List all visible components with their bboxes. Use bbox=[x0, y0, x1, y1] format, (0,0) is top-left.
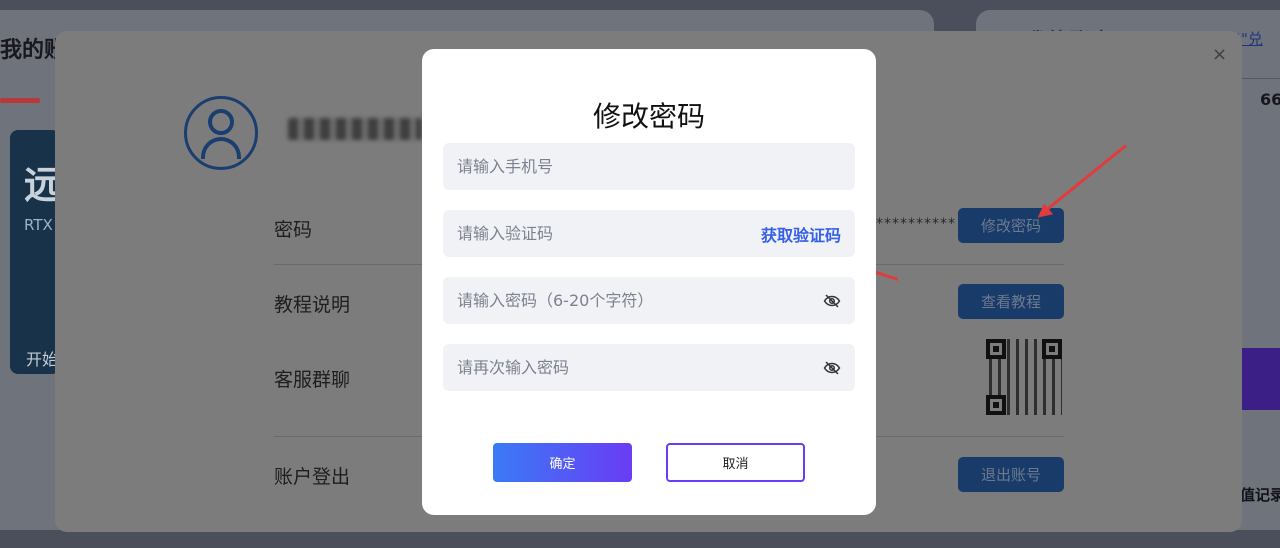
password-row-label: 密码 bbox=[274, 219, 313, 241]
confirm-button[interactable]: 确定 bbox=[493, 443, 632, 482]
avatar-body bbox=[201, 137, 241, 159]
verification-code-field: 获取验证码 bbox=[443, 210, 855, 257]
eye-off-icon[interactable] bbox=[823, 292, 841, 310]
password-masked-value: ********** bbox=[876, 216, 956, 232]
confirm-password-input[interactable] bbox=[457, 358, 823, 377]
qr-finder bbox=[1042, 339, 1062, 359]
banner-button: 开始 bbox=[26, 350, 59, 369]
get-code-link[interactable]: 获取验证码 bbox=[761, 222, 841, 246]
background-purple-block bbox=[1240, 348, 1280, 410]
logout-button[interactable]: 退出账号 bbox=[958, 457, 1064, 492]
background-records-label: 值记录 bbox=[1240, 486, 1280, 504]
change-password-dialog: 修改密码 获取验证码 确定 取消 bbox=[422, 49, 876, 515]
dialog-title: 修改密码 bbox=[592, 100, 705, 133]
avatar-head bbox=[208, 109, 234, 135]
username-masked bbox=[288, 118, 422, 140]
verification-code-input[interactable] bbox=[457, 224, 761, 243]
password-input[interactable] bbox=[457, 291, 823, 310]
phone-input[interactable] bbox=[457, 157, 841, 176]
background-tab-indicator bbox=[0, 98, 40, 103]
phone-field bbox=[443, 143, 855, 190]
cancel-button[interactable]: 取消 bbox=[666, 443, 805, 482]
confirm-password-field bbox=[443, 344, 855, 391]
support-group-row-label: 客服群聊 bbox=[274, 369, 351, 391]
banner-subtitle: RTX bbox=[24, 216, 53, 234]
tutorial-row-label: 教程说明 bbox=[274, 294, 351, 316]
eye-off-icon[interactable] bbox=[823, 359, 841, 377]
logout-row-label: 账户登出 bbox=[274, 466, 351, 488]
user-avatar-icon bbox=[184, 96, 258, 170]
password-field bbox=[443, 277, 855, 324]
qr-finder bbox=[986, 395, 1006, 415]
close-icon[interactable]: × bbox=[1212, 44, 1227, 65]
qr-finder bbox=[986, 339, 1006, 359]
background-banner: 远 RTX 开始 bbox=[10, 130, 60, 374]
background-number: 66 bbox=[1260, 90, 1280, 109]
qr-code-icon bbox=[986, 339, 1062, 415]
view-tutorial-button[interactable]: 查看教程 bbox=[958, 284, 1064, 319]
